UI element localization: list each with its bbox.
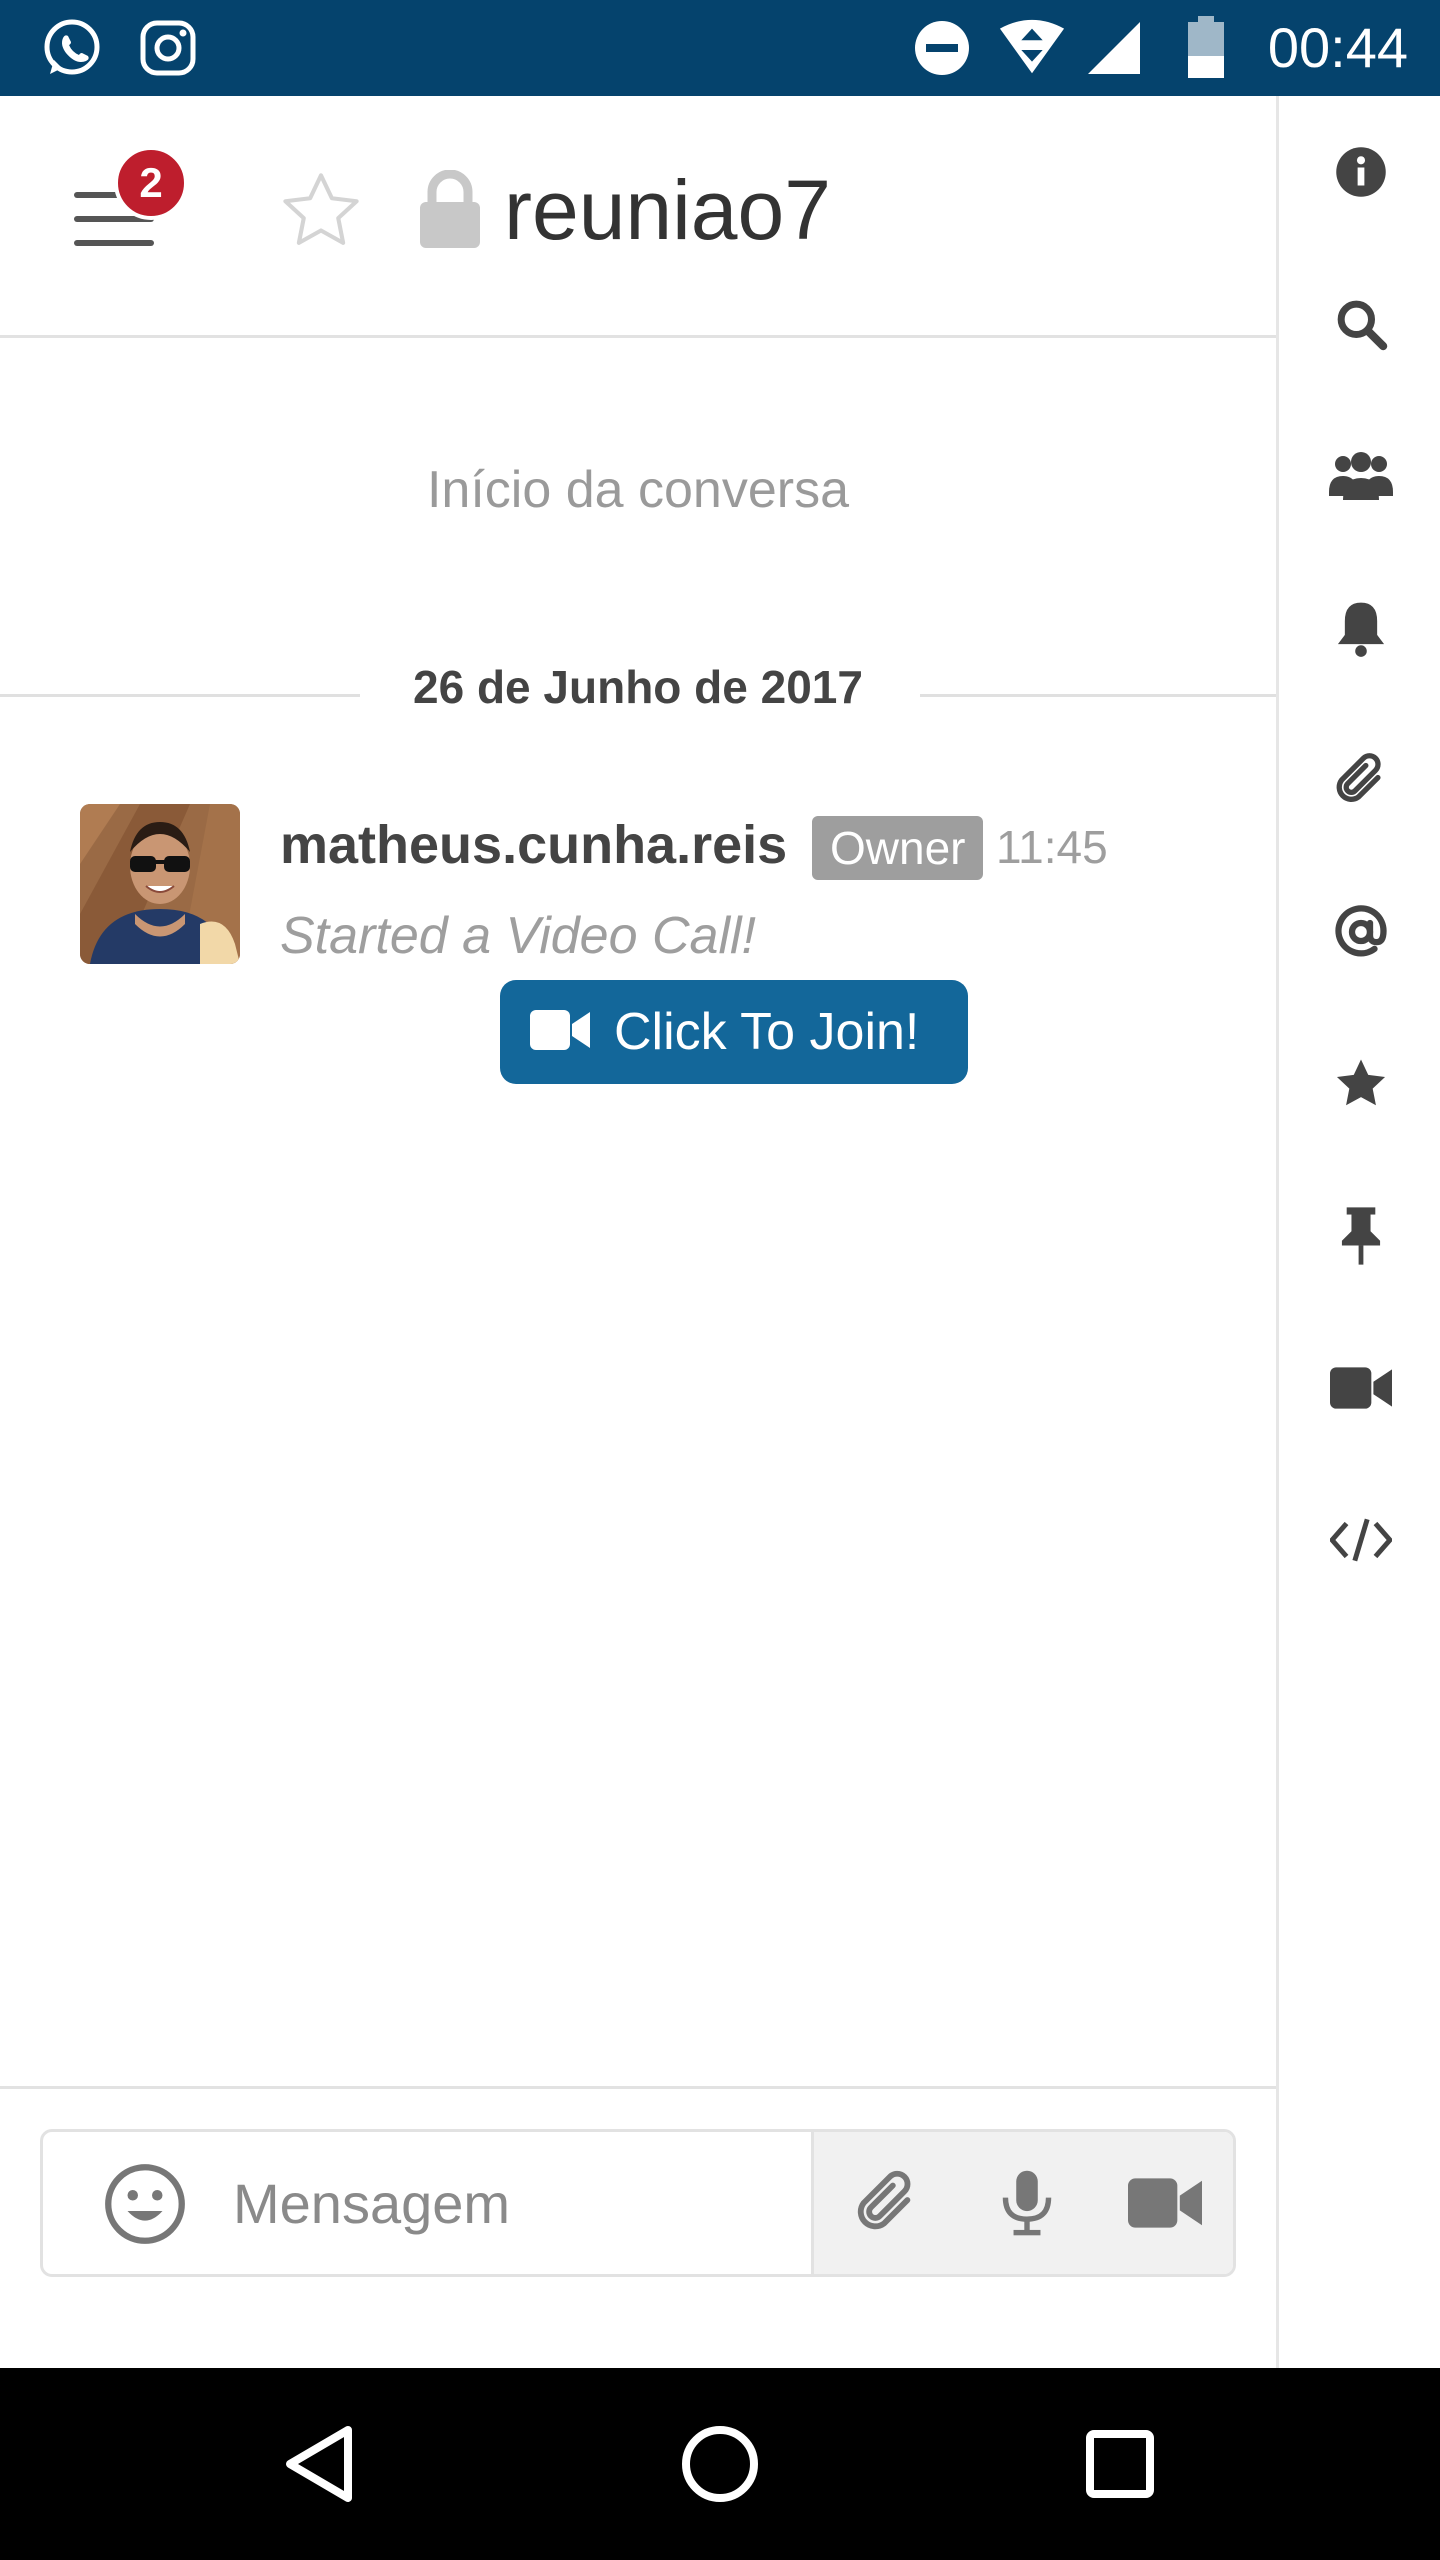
video-camera-icon <box>530 1008 590 1057</box>
message-time: 11:45 <box>996 821 1108 873</box>
conversation-start-label: Início da conversa <box>426 461 850 519</box>
composer-actions <box>811 2132 1233 2274</box>
microphone-icon[interactable] <box>984 2160 1070 2246</box>
back-icon[interactable] <box>270 2414 370 2514</box>
join-button-label: Click To Join! <box>614 1003 920 1061</box>
video-message-icon[interactable] <box>1122 2160 1208 2246</box>
message-item: matheus.cunha.reis Owner 11:45 Started a… <box>0 800 1276 1100</box>
home-icon[interactable] <box>670 2414 770 2514</box>
members-icon[interactable] <box>1315 430 1407 522</box>
info-icon[interactable] <box>1315 126 1407 218</box>
menu-icon-bar <box>74 240 154 246</box>
clock: 00:44 <box>1267 16 1408 79</box>
emoji-icon[interactable] <box>103 2162 187 2246</box>
video-call-icon[interactable] <box>1315 1342 1407 1434</box>
embed-code-icon[interactable] <box>1315 1494 1407 1586</box>
recent-apps-icon[interactable] <box>1070 2414 1170 2514</box>
composer-area <box>0 2086 1276 2368</box>
role-badge: Owner <box>812 816 984 880</box>
whatsapp-icon <box>38 14 106 82</box>
pinned-icon[interactable] <box>1315 1190 1407 1282</box>
notifications-icon[interactable] <box>1315 582 1407 674</box>
message-username[interactable]: matheus.cunha.reis <box>280 814 787 876</box>
join-video-call-button[interactable]: Click To Join! <box>500 980 968 1084</box>
room-header: 2 reuniao7 <box>0 96 1276 338</box>
files-icon[interactable] <box>1315 734 1407 826</box>
favorite-star-icon[interactable] <box>276 166 366 256</box>
room-toolbar <box>1276 96 1440 2368</box>
starred-icon[interactable] <box>1315 1038 1407 1130</box>
attach-file-icon[interactable] <box>844 2160 930 2246</box>
message-text: Started a Video Call! <box>280 907 756 965</box>
date-divider: 26 de Junho de 2017 <box>0 660 1276 720</box>
system-navigation-bar <box>0 2368 1440 2560</box>
date-label: 26 de Junho de 2017 <box>413 661 863 713</box>
lock-icon <box>418 169 482 250</box>
do-not-disturb-icon <box>908 14 976 82</box>
unread-badge: 2 <box>114 146 188 220</box>
instagram-icon <box>134 14 202 82</box>
message-input[interactable] <box>233 2132 813 2274</box>
status-bar: 00:44 <box>0 0 1440 96</box>
mentions-icon[interactable] <box>1315 886 1407 978</box>
battery-icon <box>1172 14 1240 82</box>
message-composer <box>40 2129 1236 2277</box>
room-title: reuniao7 <box>504 163 831 257</box>
search-icon[interactable] <box>1315 278 1407 370</box>
wifi-icon <box>998 14 1066 82</box>
signal-icon <box>1080 14 1148 82</box>
avatar[interactable] <box>80 804 240 964</box>
